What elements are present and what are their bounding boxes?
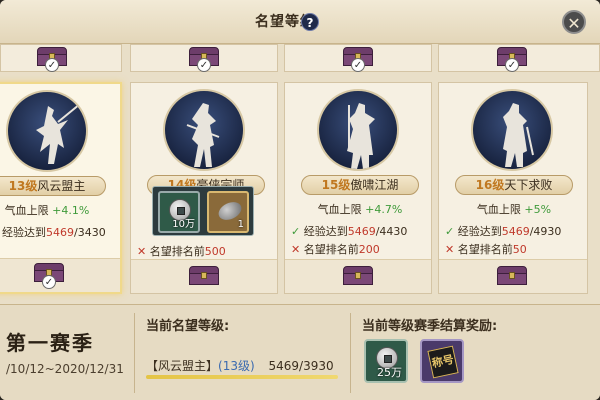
season-reward-label: 当前等级赛季结算奖励:	[362, 319, 498, 334]
swordsman-figure-icon	[347, 103, 375, 169]
exp-condition: ✓ 经验达到5469/4930	[445, 225, 562, 238]
divider	[134, 313, 135, 393]
claimed-check-icon: ✓	[505, 58, 519, 72]
top-chest-cell: ✓	[438, 44, 600, 72]
current-rank-value: 【风云盟主】(13级) 5469/3930	[146, 359, 334, 373]
current-rank-label: 当前名望等级:	[146, 319, 230, 334]
claimed-check-icon: ✓	[197, 58, 211, 72]
rank-condition: ✕ 名望排名前50	[445, 243, 527, 256]
exp-condition: ✓ 经验达到5469/4430	[291, 225, 408, 238]
claimed-check-icon: ✓	[45, 58, 59, 72]
chest-icon[interactable]	[497, 266, 527, 286]
fail-x-icon: ✕	[137, 245, 147, 258]
panel-title: 名望等级	[255, 14, 315, 30]
character-portrait	[163, 89, 245, 171]
stat-bonus: 气血上限 +5%	[476, 203, 552, 216]
stat-bonus: 气血上限 +4.1%	[4, 204, 90, 217]
card-chest-strip: ✓	[0, 258, 120, 292]
season-name: 第一赛季	[6, 331, 94, 355]
reputation-panel: 名望等级 ? ✕ ✓ ✓ ✓ ✓ 13级风云盟主 气血上限 +4.1% 经验达到…	[0, 0, 600, 400]
rank-condition: ✕ 名望排名前200	[291, 243, 380, 256]
swordsman-figure-icon	[36, 103, 81, 164]
exp-progress-fill	[146, 375, 338, 379]
character-portrait	[6, 90, 88, 172]
character-portrait	[471, 89, 553, 171]
top-chest-cell: ✓	[0, 44, 122, 72]
rank-card-13[interactable]: 13级风云盟主 气血上限 +4.1% 经验达到5469/3430 ✓	[0, 82, 122, 294]
title-tag-icon: 称号	[427, 345, 459, 379]
card-chest-strip	[439, 259, 587, 293]
bottom-info-bar: 第一赛季 /10/12~2020/12/31 当前名望等级: 【风云盟主】(13…	[0, 304, 600, 400]
swordsman-figure-icon	[503, 103, 534, 167]
character-portrait	[317, 89, 399, 171]
stone-item[interactable]: 1	[207, 191, 249, 233]
pass-check-icon: ✓	[445, 225, 455, 238]
exp-progress-bar	[146, 375, 338, 379]
top-chest-cell: ✓	[130, 44, 278, 72]
swordsman-figure-icon	[186, 103, 220, 167]
top-chest-row: ✓ ✓ ✓ ✓	[0, 44, 600, 74]
rank-card-15[interactable]: 15级傲啸江湖 气血上限 +4.7% ✓ 经验达到5469/4430 ✕ 名望排…	[284, 82, 432, 294]
season-dates: /10/12~2020/12/31	[6, 362, 124, 376]
chest-icon[interactable]	[343, 266, 373, 286]
exp-condition: 经验达到5469/3430	[2, 226, 106, 239]
fail-x-icon: ✕	[445, 243, 455, 256]
card-chest-strip	[131, 259, 277, 293]
card-chest-strip	[285, 259, 431, 293]
reward-preview-popup: 10万 1	[152, 186, 254, 236]
rank-condition: ✕ 名望排名前500	[137, 245, 226, 258]
claimed-check-icon: ✓	[351, 58, 365, 72]
reward-coin-item[interactable]: 25万	[364, 339, 408, 383]
top-chest-cell: ✓	[284, 44, 432, 72]
reward-title-item[interactable]: 称号	[420, 339, 464, 383]
chest-icon[interactable]	[189, 266, 219, 286]
divider	[350, 313, 351, 393]
fail-x-icon: ✕	[291, 243, 301, 256]
rank-card-16[interactable]: 16级天下求败 气血上限 +5% ✓ 经验达到5469/4930 ✕ 名望排名前…	[438, 82, 588, 294]
help-icon[interactable]: ?	[301, 13, 319, 31]
close-icon[interactable]: ✕	[562, 10, 586, 34]
panel-header: 名望等级 ? ✕	[0, 0, 600, 44]
stat-bonus: 气血上限 +4.7%	[317, 203, 403, 216]
rank-title-badge: 15级傲啸江湖	[301, 175, 419, 195]
silver-coin-item[interactable]: 10万	[158, 191, 200, 233]
rank-title-badge: 13级风云盟主	[0, 176, 106, 196]
claimed-check-icon: ✓	[42, 275, 56, 289]
pass-check-icon: ✓	[291, 225, 301, 238]
rank-title-badge: 16级天下求败	[455, 175, 573, 195]
